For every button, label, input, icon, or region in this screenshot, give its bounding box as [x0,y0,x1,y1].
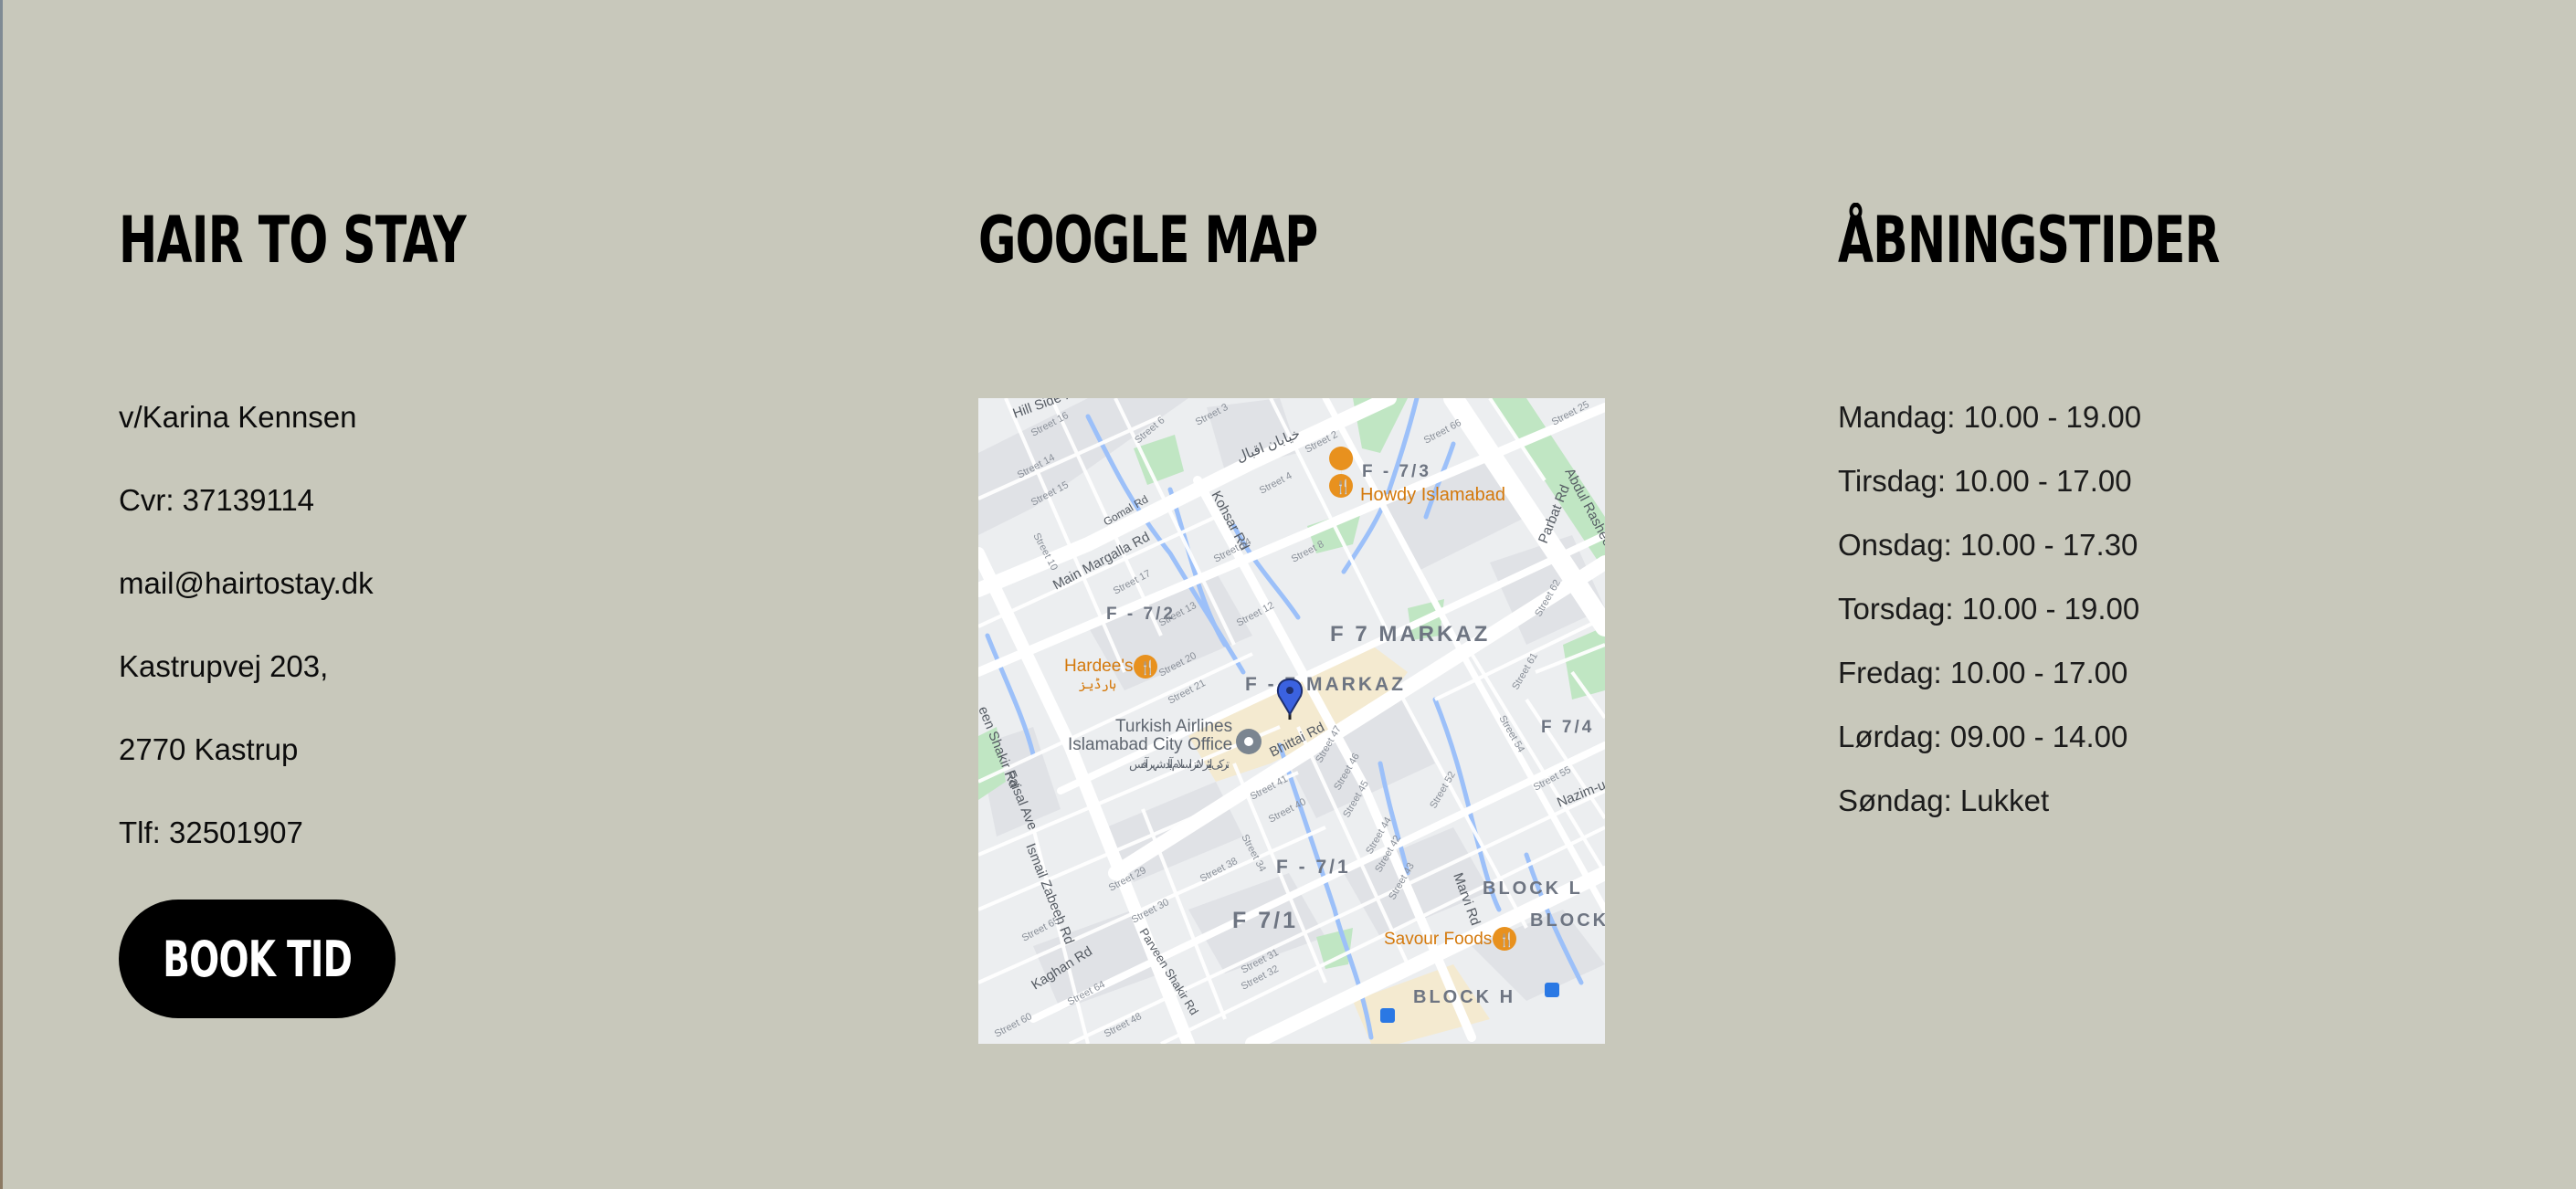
label-f71a: F - 7/1 [1276,857,1351,878]
label-f7-markaz: F 7 MARKAZ [1330,622,1490,647]
poi-savour-foods[interactable]: 🍴 Savour Foods [1384,927,1516,951]
fork-knife-icon: 🍴 [1139,659,1156,676]
label-hardees: Hardee's [1064,657,1133,676]
label-turkish-urdu: ترکی ایئر لائنز اسلام آباد شہر آفس [1129,756,1230,772]
hours-tuesday: Tirsdag: 10.00 - 17.00 [1838,464,2132,498]
label-hardees-urdu: ہارڈیز [1079,677,1116,692]
owner-name: v/Karina Kennsen [119,400,357,434]
hours-friday: Fredag: 10.00 - 17.00 [1838,656,2128,689]
label-f74: F 7/4 [1541,718,1594,737]
label-f71b: F 7/1 [1232,908,1298,933]
hours-thursday: Torsdag: 10.00 - 19.00 [1838,592,2140,626]
cvr-number: Cvr: 37139114 [119,483,315,517]
phone-number: Tlf: 32501907 [119,815,303,849]
label-turkish-1: Turkish Airlines [1115,717,1232,736]
bus-stop-icon[interactable] [1380,1008,1395,1023]
opening-hours-heading: ÅBNINGSTIDER [1838,203,2220,278]
map-heading: GOOGLE MAP [978,203,1318,278]
map-canvas[interactable]: F - 7/3 F - 7/2 F 7 MARKAZ F - 7 MARKAZ … [978,398,1605,1044]
fork-knife-icon: 🍴 [1498,931,1515,948]
google-map[interactable]: F - 7/3 F - 7/2 F 7 MARKAZ F - 7 MARKAZ … [978,398,1605,1044]
fork-knife-icon: 🍴 [1335,479,1352,495]
label-block: BLOCK [1530,910,1605,931]
email-address: mail@hairtostay.dk [119,566,374,600]
label-howdy: Howdy Islamabad [1360,485,1505,505]
bus-stop-icon[interactable] [1545,983,1559,997]
label-f7-markaz-2: F - 7 MARKAZ [1245,674,1406,695]
label-f73: F - 7/3 [1362,462,1431,481]
hours-saturday: Lørdag: 09.00 - 14.00 [1838,720,2128,753]
hours-sunday: Søndag: Lukket [1838,784,2050,817]
salon-name-heading: HAIR TO STAY [119,203,467,278]
street-address: Kastrupvej 203, [119,649,329,683]
hours-monday: Mandag: 10.00 - 19.00 [1838,400,2142,434]
postal-city: 2770 Kastrup [119,732,299,766]
label-block-h: BLOCK H [1413,987,1515,1007]
window-edge [0,0,3,1189]
label-savour: Savour Foods [1384,930,1492,949]
book-button-label: BOOK TID [163,930,353,988]
label-turkish-2: Islamabad City Office [1068,735,1232,754]
hours-wednesday: Onsdag: 10.00 - 17.30 [1838,528,2138,562]
label-block-l: BLOCK L [1483,879,1583,899]
book-appointment-button[interactable]: BOOK TID [119,900,396,1018]
